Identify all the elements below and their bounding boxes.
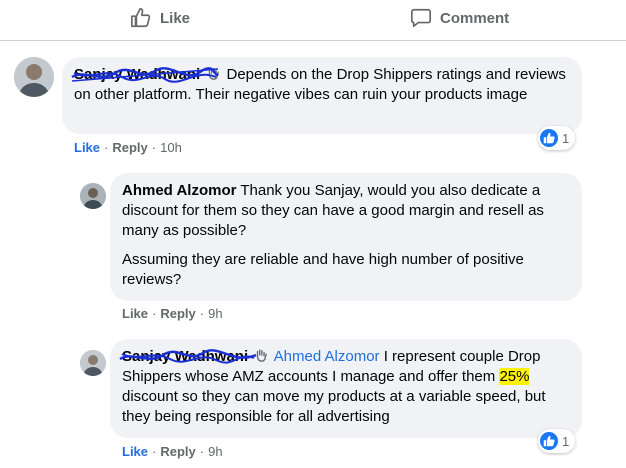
comment-like-link[interactable]: Like [74, 140, 100, 155]
reply-bubble: Sanjay Wadhwani Ahmed Alzomor I represen… [110, 339, 582, 438]
waving-hand-icon [209, 67, 220, 80]
reply-actions: Like · Reply · 9h [122, 444, 223, 459]
comment-icon [411, 8, 431, 28]
reply-bubble: Ahmed Alzomor Thank you Sanjay, would yo… [110, 173, 582, 301]
profile-photo-icon [14, 57, 54, 97]
separator-dot: · [151, 140, 157, 155]
comment-button[interactable]: Comment [410, 7, 509, 29]
comment-button-label: Comment [440, 9, 510, 27]
avatar[interactable] [80, 183, 106, 209]
reply-actions: Like · Reply · 9h [122, 306, 223, 321]
reply-reply-link[interactable]: Reply [160, 306, 195, 321]
separator-dot: · [199, 444, 205, 459]
reaction-count-badge[interactable]: 1 [538, 126, 576, 150]
like-reaction-icon [540, 432, 558, 450]
reaction-count-badge[interactable]: 1 [538, 429, 576, 453]
reply-like-link[interactable]: Like [122, 444, 148, 459]
thumbs-up-icon [131, 8, 151, 28]
reply-timestamp[interactable]: 9h [208, 444, 222, 459]
like-button[interactable]: Like [130, 7, 190, 29]
reply-author[interactable]: Sanjay Wadhwani [119, 347, 257, 367]
reply-text: Ahmed Alzomor Thank you Sanjay, would yo… [122, 182, 544, 239]
reply-author[interactable]: Ahmed Alzomor [122, 182, 236, 199]
waving-hand-icon [257, 349, 268, 362]
like-reaction-icon [540, 129, 558, 147]
like-button-label: Like [160, 9, 191, 27]
mention-link[interactable]: Ahmed Alzomor [274, 348, 380, 365]
comment-reply-link[interactable]: Reply [112, 140, 147, 155]
highlighted-text: 25% [499, 368, 530, 385]
reply-timestamp[interactable]: 9h [208, 306, 222, 321]
separator-dot: · [152, 306, 157, 321]
separator-dot: · [199, 306, 205, 321]
reply-like-link[interactable]: Like [122, 306, 148, 321]
profile-photo-icon [80, 183, 106, 209]
comment-actions: Like · Reply · 10h [74, 140, 182, 155]
action-bar-divider [0, 40, 626, 41]
post-action-bar: Like Comment [0, 0, 626, 40]
separator-dot: · [104, 140, 109, 155]
profile-photo-icon [80, 350, 106, 376]
reply-text-paragraph: Assuming they are reliable and have high… [122, 251, 524, 288]
separator-dot: · [152, 444, 157, 459]
avatar[interactable] [14, 57, 54, 97]
reply-text: Sanjay Wadhwani Ahmed Alzomor I represen… [119, 347, 570, 427]
reply-reply-link[interactable]: Reply [160, 444, 195, 459]
comment-timestamp[interactable]: 10h [160, 140, 182, 155]
avatar[interactable] [80, 350, 106, 376]
comment-author[interactable]: Sanjay Wadhwani [71, 65, 220, 85]
comment-bubble: Sanjay Wadhwani Depends on the Drop Ship… [62, 57, 582, 134]
comment-text: Sanjay Wadhwani Depends on the Drop Ship… [71, 65, 570, 105]
